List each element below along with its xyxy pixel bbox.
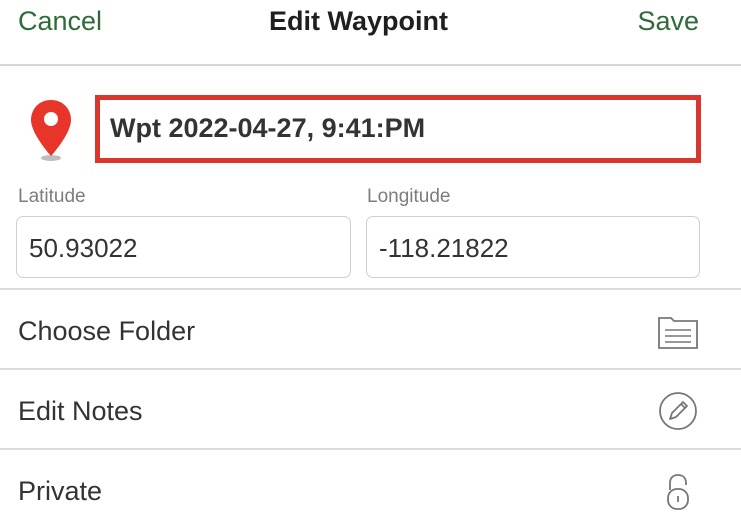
longitude-input[interactable]: [379, 233, 679, 264]
latitude-input[interactable]: [29, 233, 329, 264]
page-title: Edit Waypoint: [269, 6, 448, 36]
nav-bar: Cancel Edit Waypoint Save: [0, 0, 741, 66]
choose-folder-label: Choose Folder: [18, 316, 196, 346]
edit-notes-row[interactable]: Edit Notes: [0, 372, 741, 450]
divider: [0, 288, 741, 290]
pencil-circle-icon: [659, 392, 697, 430]
latitude-label: Latitude: [18, 186, 86, 207]
folder-icon: [658, 317, 698, 349]
choose-folder-row[interactable]: Choose Folder: [0, 292, 741, 370]
divider: [0, 368, 741, 370]
private-row[interactable]: Private: [0, 452, 741, 525]
waypoint-name-field[interactable]: [95, 95, 701, 163]
save-button[interactable]: Save: [637, 6, 699, 37]
longitude-label: Longitude: [367, 186, 451, 207]
lock-icon: [667, 474, 689, 510]
waypoint-name-input[interactable]: [110, 113, 690, 144]
divider: [0, 448, 741, 450]
latitude-field[interactable]: [16, 216, 351, 278]
map-pin-icon: [31, 100, 71, 161]
longitude-field[interactable]: [366, 216, 700, 278]
edit-notes-label: Edit Notes: [18, 396, 143, 426]
private-label: Private: [18, 476, 103, 506]
